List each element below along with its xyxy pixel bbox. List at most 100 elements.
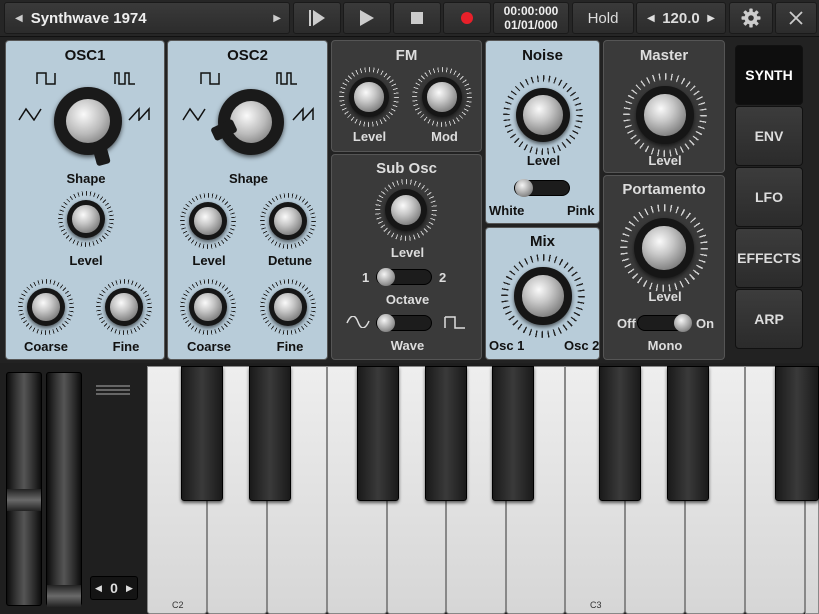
prev-preset-icon[interactable]: ◀ bbox=[15, 13, 23, 24]
fm-mod-knob[interactable] bbox=[412, 67, 472, 127]
play-button[interactable] bbox=[343, 2, 391, 34]
mod-wheel[interactable] bbox=[46, 372, 82, 607]
sawtooth-wave-icon bbox=[128, 107, 150, 121]
osc2-shape-selector[interactable] bbox=[210, 89, 284, 155]
fm-mod-label: Mod bbox=[431, 129, 458, 144]
sine-wave-icon bbox=[346, 316, 370, 328]
tab-arp[interactable]: ARP bbox=[735, 289, 803, 349]
wave-label: Wave bbox=[390, 338, 425, 353]
osc2-fine-knob[interactable] bbox=[260, 279, 316, 335]
black-key-c-sharp3[interactable] bbox=[599, 366, 641, 501]
next-preset-icon[interactable]: ▶ bbox=[273, 13, 281, 24]
portamento-level-knob[interactable] bbox=[620, 204, 708, 292]
white-label: White bbox=[489, 203, 525, 218]
triangle-wave-icon bbox=[182, 107, 206, 121]
osc1-level-knob[interactable] bbox=[58, 191, 114, 247]
mono-off-label: Off bbox=[617, 316, 636, 331]
tab-synth[interactable]: SYNTH bbox=[735, 45, 803, 105]
stop-button[interactable] bbox=[393, 2, 441, 34]
preset-name: Synthwave 1974 bbox=[30, 9, 147, 27]
portamento-level-label: Level bbox=[648, 289, 682, 304]
preset-selector[interactable]: ◀ Synthwave 1974 ▶ bbox=[4, 2, 290, 34]
portamento-title: Portamento bbox=[622, 181, 706, 198]
mix-osc1-label: Osc 1 bbox=[489, 338, 525, 353]
osc1-coarse-knob[interactable] bbox=[18, 279, 74, 335]
mono-on-label: On bbox=[696, 316, 715, 331]
fm-level-knob[interactable] bbox=[339, 67, 399, 127]
osc2-coarse-label: Coarse bbox=[186, 339, 232, 354]
pitch-wheel[interactable] bbox=[6, 372, 42, 606]
octave-switch[interactable] bbox=[376, 268, 432, 286]
record-button[interactable] bbox=[443, 2, 491, 34]
noise-level-knob[interactable] bbox=[503, 75, 583, 155]
sub-osc-panel: Sub Osc Level 1 2 Octave Wave bbox=[331, 154, 482, 360]
tab-effects[interactable]: EFFECTS bbox=[735, 228, 803, 288]
osc1-coarse-label: Coarse bbox=[23, 339, 69, 354]
sub-osc-level-label: Level bbox=[390, 245, 425, 260]
osc1-level-label: Level bbox=[69, 253, 103, 268]
key-label-c2: C2 bbox=[172, 600, 184, 610]
square-wave-icon bbox=[36, 72, 56, 85]
skip-to-start-button[interactable] bbox=[293, 2, 341, 34]
hold-label: Hold bbox=[587, 9, 619, 27]
osc2-level-knob[interactable] bbox=[180, 193, 236, 249]
osc2-detune-knob[interactable] bbox=[260, 193, 316, 249]
osc2-panel: OSC2 Shape Level Detune Coarse Fine bbox=[167, 40, 328, 360]
black-key-f-sharp2[interactable] bbox=[357, 366, 399, 501]
black-key-d-sharp2[interactable] bbox=[249, 366, 291, 501]
black-key-d-sharp3[interactable] bbox=[667, 366, 709, 501]
hold-button[interactable]: Hold bbox=[572, 2, 634, 34]
octave-down-icon[interactable]: ◀ bbox=[95, 583, 102, 594]
octave-shift[interactable]: ◀ 0 ▶ bbox=[90, 576, 138, 600]
tab-lfo[interactable]: LFO bbox=[735, 167, 803, 227]
pulse-wave-icon bbox=[114, 72, 135, 85]
osc2-fine-label: Fine bbox=[276, 339, 304, 354]
triangle-wave-icon bbox=[18, 107, 42, 121]
master-level-knob[interactable] bbox=[623, 73, 707, 157]
pink-label: Pink bbox=[567, 203, 595, 218]
time-display: 00:00:000 01/01/000 bbox=[493, 2, 569, 34]
tab-env-label: ENV bbox=[754, 128, 784, 144]
black-key-f-sharp3[interactable] bbox=[775, 366, 819, 501]
sawtooth-wave-icon bbox=[292, 107, 314, 121]
square-wave-icon bbox=[200, 72, 220, 85]
square-wave-icon bbox=[444, 316, 465, 329]
panel-grip-icon bbox=[96, 385, 130, 397]
wave-switch[interactable] bbox=[376, 314, 432, 332]
osc1-fine-label: Fine bbox=[112, 339, 140, 354]
osc1-fine-knob[interactable] bbox=[96, 279, 152, 335]
noise-level-label: Level bbox=[526, 153, 561, 168]
master-level-label: Level bbox=[648, 153, 682, 168]
play-icon bbox=[360, 10, 374, 26]
osc2-detune-label: Detune bbox=[267, 253, 313, 268]
mix-knob[interactable] bbox=[501, 254, 585, 338]
master-title: Master bbox=[639, 47, 689, 64]
black-key-g-sharp2[interactable] bbox=[425, 366, 467, 501]
time-position: 00:00:000 bbox=[503, 4, 559, 18]
black-key-c-sharp2[interactable] bbox=[181, 366, 223, 501]
mono-label: Mono bbox=[647, 338, 683, 353]
octave-up-icon[interactable]: ▶ bbox=[126, 583, 133, 594]
tempo-control[interactable]: ◀ 120.0 ▶ bbox=[636, 2, 726, 34]
octave-max-label: 2 bbox=[439, 270, 447, 285]
tempo-value: 120.0 bbox=[662, 9, 700, 27]
mix-title: Mix bbox=[529, 233, 555, 250]
noise-type-switch[interactable] bbox=[514, 179, 570, 197]
settings-button[interactable] bbox=[729, 2, 773, 34]
sub-osc-level-knob[interactable] bbox=[375, 179, 437, 241]
octave-value: 0 bbox=[110, 580, 118, 596]
osc1-shape-selector[interactable] bbox=[54, 87, 122, 167]
pulse-wave-icon bbox=[276, 72, 297, 85]
record-icon bbox=[461, 12, 473, 24]
tempo-down-icon[interactable]: ◀ bbox=[647, 13, 655, 24]
tab-effects-label: EFFECTS bbox=[737, 250, 801, 266]
osc2-coarse-knob[interactable] bbox=[180, 279, 236, 335]
black-key-a-sharp2[interactable] bbox=[492, 366, 534, 501]
mono-switch[interactable] bbox=[637, 314, 692, 332]
gear-icon bbox=[741, 8, 761, 28]
osc2-shape-label: Shape bbox=[228, 171, 268, 186]
close-button[interactable] bbox=[775, 2, 817, 34]
osc2-title: OSC2 bbox=[227, 47, 268, 64]
tempo-up-icon[interactable]: ▶ bbox=[707, 13, 715, 24]
tab-env[interactable]: ENV bbox=[735, 106, 803, 166]
